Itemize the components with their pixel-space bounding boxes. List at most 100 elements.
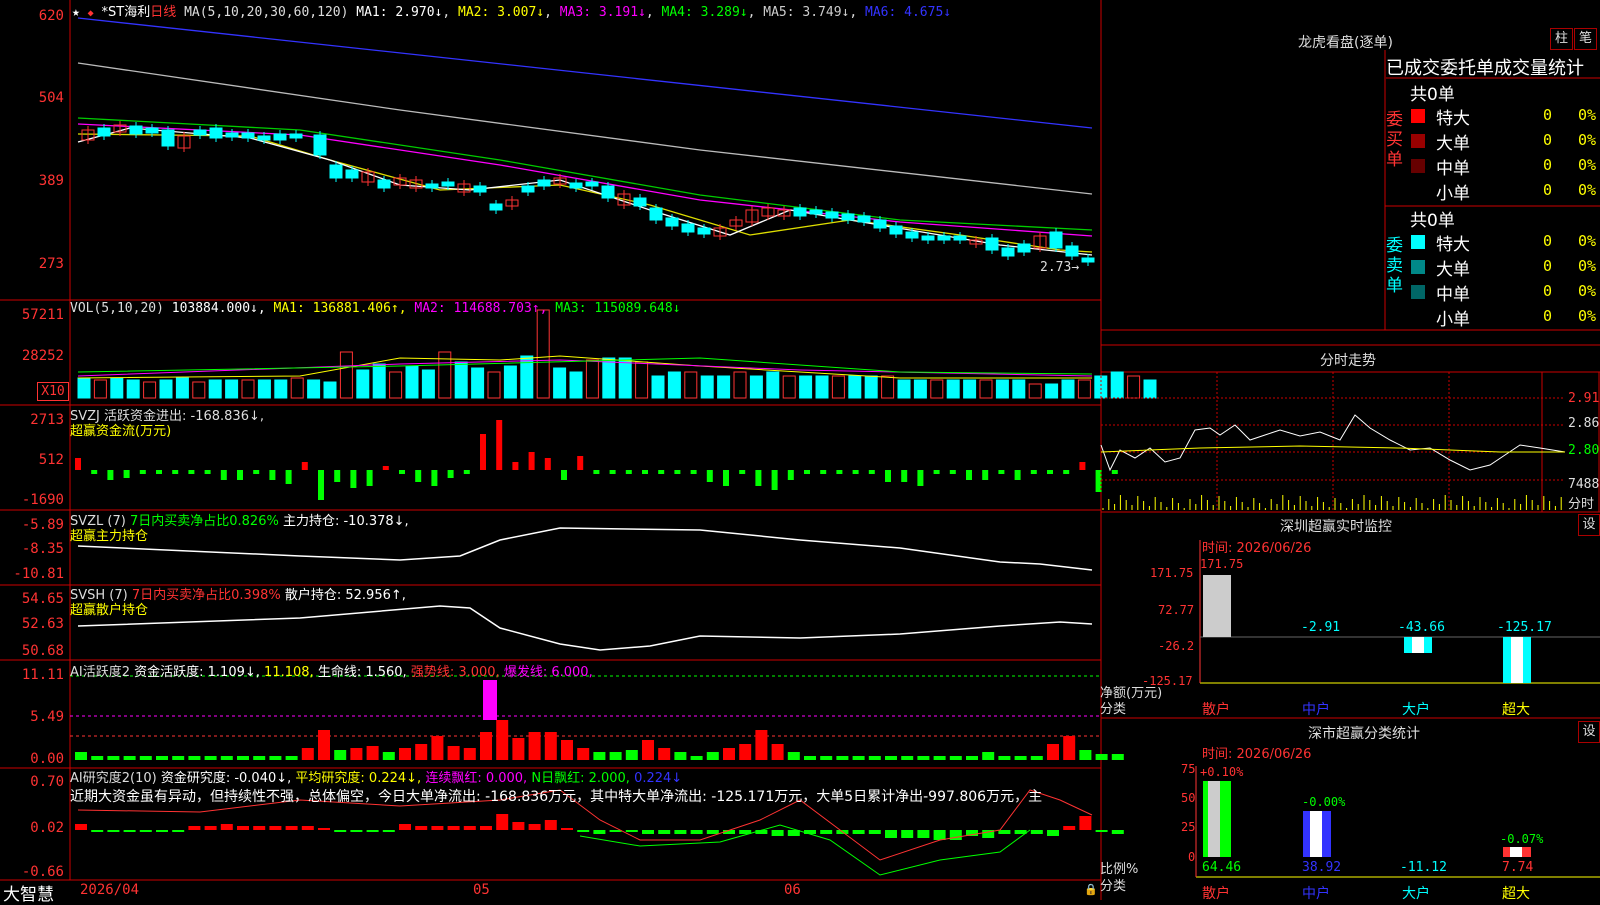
volume-bar <box>766 371 780 399</box>
candle-body <box>857 215 871 223</box>
sell-row-count: 0 <box>1543 232 1553 250</box>
sc-cat: 中户 <box>1302 886 1330 902</box>
research-bar <box>771 830 784 836</box>
fund-flow-bar <box>1030 470 1037 474</box>
volume-bar <box>1077 379 1091 399</box>
sc-cat: 大户 <box>1402 886 1430 902</box>
activity-bar <box>447 746 460 760</box>
fund-flow-bar <box>723 470 729 486</box>
kline-chart-canvas[interactable] <box>0 0 1600 900</box>
svsh-y-tick: 50.68 <box>21 643 64 659</box>
activity-bar <box>91 756 104 760</box>
research-bar <box>220 824 233 830</box>
fund-flow-bar <box>544 458 551 470</box>
sz-bar-label: -43.66 <box>1398 620 1445 635</box>
svzl-subtitle: 超赢主力持仓 <box>70 529 149 544</box>
sz-y-tick: -26.2 <box>1158 639 1195 653</box>
candle-body <box>209 127 223 139</box>
sz-x-axis-label: 分类 <box>1100 702 1127 717</box>
sell-group-label: 委卖单 <box>1386 236 1403 296</box>
candle-body <box>289 133 303 139</box>
lock-icon[interactable]: 🔒 <box>1084 883 1098 896</box>
research-bar <box>237 826 249 830</box>
volume-bar <box>126 379 140 399</box>
activity-bar <box>723 748 735 760</box>
vol-ma3-line <box>77 357 1093 375</box>
sc-settings-button[interactable]: 设 <box>1578 721 1600 743</box>
buy-row-name: 中单 <box>1436 159 1470 179</box>
lh-tabs[interactable]: 已成交委托单成交量统计 <box>1386 54 1600 80</box>
buy-row-count: 0 <box>1543 106 1553 124</box>
volume-bar <box>799 375 813 399</box>
sz-bar-label: -2.91 <box>1301 620 1341 635</box>
candle-body <box>1001 247 1015 257</box>
sz-settings-button[interactable]: 设 <box>1578 514 1600 536</box>
candle-body <box>425 183 439 189</box>
activity-bar <box>998 756 1011 760</box>
activity-bar <box>1030 756 1043 760</box>
fund-flow-bar <box>820 470 827 474</box>
volume-bar <box>159 379 173 399</box>
fund-flow-bar <box>156 470 162 474</box>
buy-row-name: 特大 <box>1436 109 1470 129</box>
sz-bar-label: 171.75 <box>1200 557 1244 571</box>
fund-flow-bar <box>512 462 519 470</box>
volume-bar <box>1143 379 1157 399</box>
ma2-line <box>77 133 1093 253</box>
candle-body <box>161 129 175 147</box>
date-label: 05 <box>473 882 490 898</box>
volume-bar <box>307 379 321 399</box>
fund-flow-bar <box>804 470 810 474</box>
volume-bar <box>503 365 517 399</box>
volume-bar <box>864 375 878 399</box>
research-bar <box>561 828 573 830</box>
period-label[interactable]: 日线 <box>150 5 176 20</box>
activity-bar <box>75 752 87 760</box>
tick-view-button[interactable]: 笔 <box>1574 28 1597 50</box>
fs-y-tick: 2.860 <box>1568 416 1600 431</box>
research-bar <box>1063 826 1076 830</box>
activity-bar <box>1095 754 1108 760</box>
candle-body <box>601 185 615 199</box>
research-bar <box>496 814 509 830</box>
volume-bar <box>356 369 370 399</box>
activity-bar <box>933 756 946 760</box>
volume-bar <box>717 375 731 399</box>
research-bar <box>933 830 946 840</box>
volume-bar <box>323 381 337 399</box>
research-bar <box>269 826 282 830</box>
activity-bar <box>820 756 833 760</box>
fund-flow-bar <box>75 458 81 470</box>
volume-bar <box>815 375 829 399</box>
stock-name[interactable]: *ST海利 <box>102 5 151 20</box>
sell-swatch <box>1411 235 1425 249</box>
volume-bar <box>225 379 239 399</box>
fund-flow-bar <box>431 470 438 486</box>
ai2-y-tick: 11.11 <box>21 667 64 683</box>
sz-bar-label: -125.17 <box>1497 620 1552 635</box>
activity-bar <box>658 748 671 760</box>
research-bar <box>75 824 87 830</box>
vol-y-tick: 28252 <box>21 348 64 364</box>
ma2-value: MA2: 3.007↓ <box>458 5 545 20</box>
activity-bar <box>868 756 881 760</box>
fund-flow-bar <box>852 470 859 474</box>
activity-bar <box>917 756 930 760</box>
research-bar <box>204 826 217 830</box>
volume-bar <box>585 359 599 399</box>
activity-bar <box>804 756 816 760</box>
favorite-star-icon[interactable]: ★ <box>72 5 80 20</box>
sc-x-axis-label: 分类 <box>1100 879 1127 894</box>
volume-bar <box>1028 383 1042 399</box>
activity-bar <box>382 752 395 760</box>
sell-row-name: 中单 <box>1436 285 1470 305</box>
fund-flow-bar <box>237 470 243 480</box>
fund-flow-bar <box>318 470 324 500</box>
sell-row-percent: 0% <box>1578 257 1597 275</box>
candle-body <box>1081 257 1095 263</box>
activity-bar <box>301 748 314 760</box>
research-bar <box>625 830 638 832</box>
candle-body <box>697 227 711 235</box>
buy-row-percent: 0% <box>1578 181 1597 199</box>
bar-view-button[interactable]: 柱 <box>1550 28 1573 50</box>
